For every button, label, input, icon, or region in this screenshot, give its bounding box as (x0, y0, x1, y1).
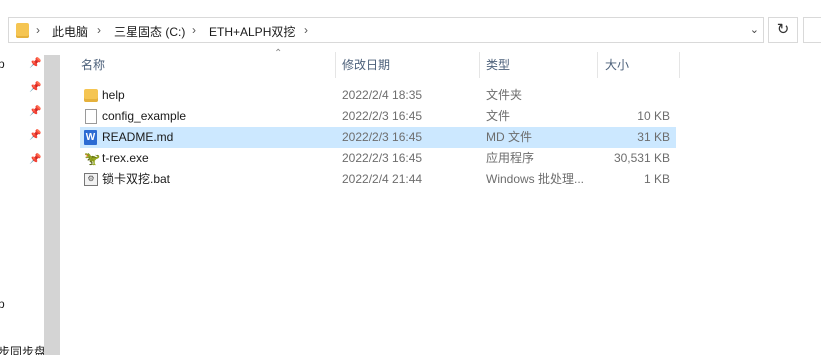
file-row[interactable]: config_example 2022/2/3 16:45 文件 10 KB (80, 106, 676, 127)
file-row[interactable]: 🦖 t-rex.exe 2022/2/3 16:45 应用程序 30,531 K… (80, 148, 676, 169)
column-divider[interactable] (479, 52, 480, 78)
file-type: 文件夹 (486, 88, 523, 102)
batch-file-icon: ⚙ (84, 173, 98, 186)
file-type: MD 文件 (486, 130, 532, 144)
address-row: › 此电脑 › 三星固态 (C:) › ETH+ALPH双挖 › ⌄ ↻ (0, 12, 821, 46)
file-date: 2022/2/3 16:45 (342, 151, 423, 165)
refresh-button[interactable]: ↻ (768, 17, 798, 43)
file-row[interactable]: W README.md 2022/2/3 16:45 MD 文件 31 KB (80, 127, 676, 148)
nav-item-fragment[interactable]: p (0, 57, 5, 71)
file-date: 2022/2/3 16:45 (342, 130, 423, 144)
file-type: 应用程序 (486, 151, 535, 165)
breadcrumb-drive-c[interactable]: 三星固态 (C:) (114, 23, 185, 40)
column-header-type[interactable]: 类型 (486, 52, 510, 78)
file-row[interactable]: ⚙ 锁卡双挖.bat 2022/2/4 21:44 Windows 批处理...… (80, 169, 676, 190)
file-date: 2022/2/3 16:45 (342, 109, 423, 123)
trex-app-icon: 🦖 (84, 151, 101, 166)
column-divider[interactable] (679, 52, 680, 78)
column-divider[interactable] (335, 52, 336, 78)
breadcrumb-separator-icon[interactable]: › (36, 23, 40, 37)
file-size: 30,531 KB (613, 151, 670, 165)
search-box[interactable] (803, 17, 821, 43)
chevron-down-icon[interactable]: ⌄ (750, 23, 759, 36)
file-name: help (102, 88, 125, 102)
breadcrumb-separator-icon[interactable]: › (97, 23, 101, 37)
nav-item-fragment[interactable]: 步同步盘 (0, 343, 46, 355)
file-name: README.md (102, 130, 174, 144)
file-row[interactable]: help 2022/2/4 18:35 文件夹 (80, 85, 676, 106)
column-header-date[interactable]: 修改日期 (342, 52, 390, 78)
file-date: 2022/2/4 21:44 (342, 172, 423, 186)
file-size: 10 KB (637, 109, 670, 123)
file-name: 锁卡双挖.bat (102, 172, 171, 186)
nav-scrollbar[interactable] (44, 55, 60, 355)
file-size: 31 KB (637, 130, 670, 144)
folder-icon (84, 89, 98, 102)
file-name: config_example (102, 109, 187, 123)
file-icon (85, 109, 97, 124)
nav-item-fragment[interactable]: p (0, 297, 5, 311)
word-doc-icon: W (84, 130, 97, 145)
breadcrumb-this-pc[interactable]: 此电脑 (52, 23, 88, 40)
pin-icon[interactable]: 📌 (29, 154, 41, 165)
file-type: 文件 (486, 109, 511, 123)
ribbon-remnant (0, 0, 821, 6)
navigation-pane: p 📌 📌 📌 📌 📌 p 步同步盘 (0, 47, 60, 355)
file-date: 2022/2/4 18:35 (342, 88, 423, 102)
column-header-size[interactable]: 大小 (605, 52, 629, 78)
pin-icon[interactable]: 📌 (29, 58, 41, 69)
file-name: t-rex.exe (102, 151, 149, 165)
sort-ascending-icon: ⌃ (274, 48, 283, 59)
breadcrumb-current-folder[interactable]: ETH+ALPH双挖 (209, 23, 295, 40)
breadcrumb-separator-icon[interactable]: › (192, 23, 196, 37)
column-divider[interactable] (597, 52, 598, 78)
folder-icon (16, 23, 29, 38)
refresh-icon: ↻ (776, 21, 790, 38)
column-header-name[interactable]: 名称 (81, 52, 105, 78)
address-bar[interactable]: › 此电脑 › 三星固态 (C:) › ETH+ALPH双挖 › ⌄ (8, 17, 764, 43)
file-size: 1 KB (643, 172, 670, 186)
pin-icon[interactable]: 📌 (29, 82, 41, 93)
column-header-row: ⌃ 名称 修改日期 类型 大小 (74, 48, 680, 78)
pin-icon[interactable]: 📌 (29, 106, 41, 117)
pin-icon[interactable]: 📌 (29, 130, 41, 141)
file-type: Windows 批处理... (486, 172, 585, 186)
breadcrumb-separator-icon[interactable]: › (304, 23, 308, 37)
